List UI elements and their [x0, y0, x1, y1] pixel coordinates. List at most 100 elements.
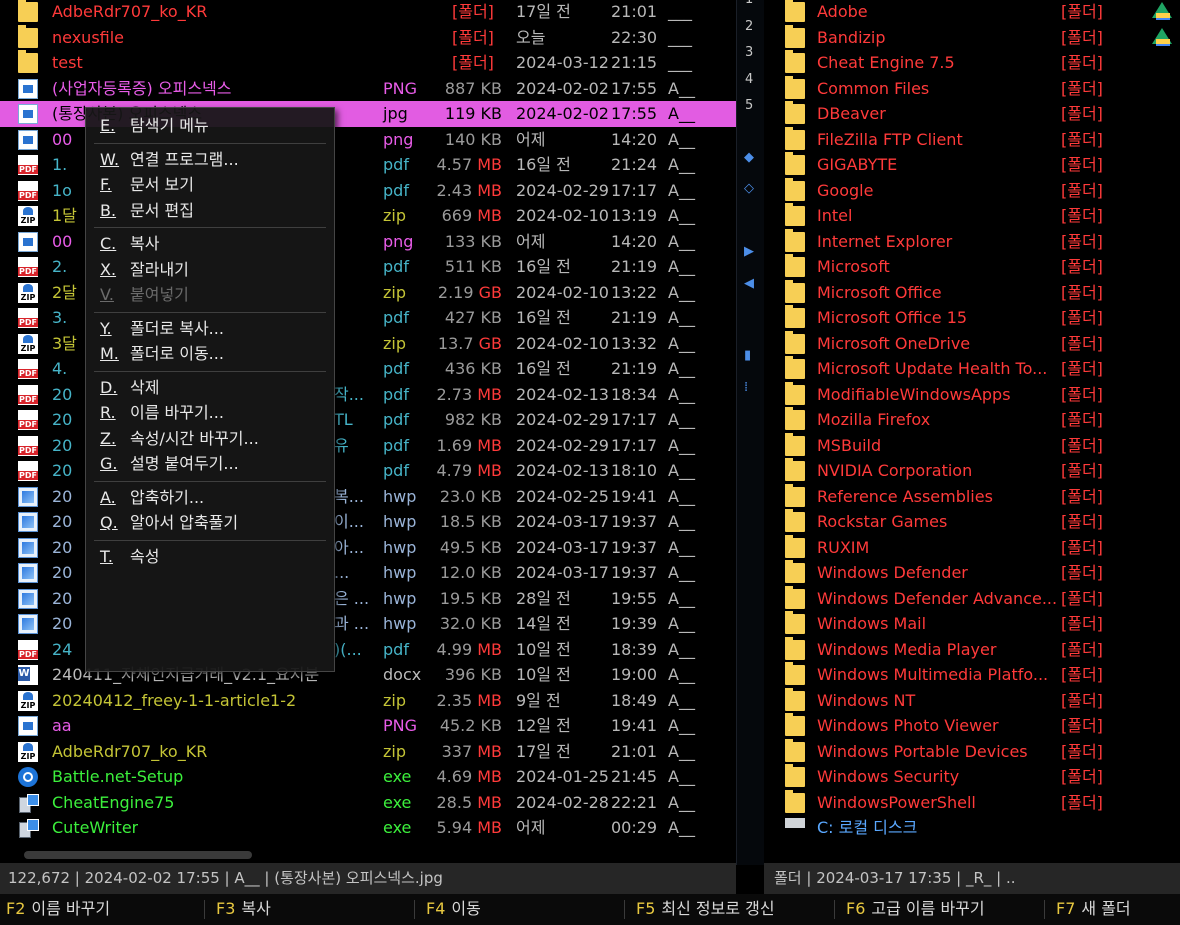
file-attributes: ___ [668, 2, 692, 21]
folder-row[interactable]: Windows Defender Advance... [폴더] [764, 585, 1180, 612]
menu-item[interactable]: Z. 속성/시간 바꾸기... [100, 427, 259, 451]
file-ext: pdf [383, 257, 409, 276]
folder-name: Internet Explorer [817, 231, 953, 251]
file-row[interactable]: CheatEngine75 exe 28.5 MB 2024-02-28 22:21 A_… [0, 790, 736, 816]
tab-number[interactable]: 3 [745, 45, 753, 60]
folder-row[interactable]: Windows Portable Devices [폴더] [764, 738, 1180, 765]
bookmark-outline-icon[interactable]: ◇ [744, 181, 754, 196]
folder-row[interactable]: Reference Assemblies [폴더] [764, 483, 1180, 510]
menu-item[interactable]: C. 복사 [100, 232, 159, 256]
nav-right-icon[interactable]: ▶ [744, 244, 754, 259]
folder-row[interactable]: GIGABYTE [폴더] [764, 152, 1180, 178]
function-key-f2[interactable]: F2 이름 바꾸기 [6, 894, 110, 925]
tab-number[interactable]: 2 [745, 19, 753, 34]
folder-row[interactable]: Adobe [폴더] [764, 0, 1180, 25]
file-row[interactable]: nexusfile [폴더] 오늘 22:30 ___ [0, 24, 736, 51]
folder-row[interactable]: ModifiableWindowsApps [폴더] [764, 381, 1180, 408]
file-size-unit: KB [480, 563, 502, 582]
file-row[interactable]: aa PNG 45.2 KB 12일 전 19:41 A__ [0, 713, 736, 739]
folder-row[interactable]: Windows Security [폴더] [764, 764, 1180, 790]
menu-item-accelerator: W. [100, 149, 120, 169]
function-key-f3[interactable]: F3 복사 [216, 894, 271, 925]
folder-row[interactable]: Google [폴더] [764, 177, 1180, 204]
menu-item[interactable]: X. 잘라내기 [100, 258, 189, 282]
file-size-unit: MB [477, 384, 502, 404]
folder-row[interactable]: Microsoft Office 15 [폴더] [764, 305, 1180, 331]
file-row[interactable]: (사업자등록증) 오피스넥스 PNG 887 KB 2024-02-02 17:55 A_… [0, 76, 736, 102]
menu-item[interactable]: T. 속성 [100, 545, 159, 569]
tab-number[interactable]: 5 [745, 98, 753, 113]
file-size: 2.43 MB [430, 178, 503, 203]
folder-row[interactable]: FileZilla FTP Client [폴더] [764, 126, 1180, 153]
menu-item[interactable]: B. 문서 편집 [100, 199, 194, 223]
folder-row[interactable]: WindowsPowerShell [폴더] [764, 789, 1180, 816]
function-key-f7[interactable]: F7 새 폴더 [1056, 894, 1131, 925]
nav-left-icon[interactable]: ◀ [744, 276, 754, 291]
file-ext: PNG [383, 716, 418, 735]
folder-row[interactable]: Microsoft [폴더] [764, 254, 1180, 280]
folder-row[interactable]: Windows NT [폴더] [764, 687, 1180, 714]
folder-row[interactable]: Intel [폴더] [764, 203, 1180, 229]
menu-item[interactable]: E. 탐색기 메뉴 [100, 114, 209, 138]
file-name: 00 [52, 231, 73, 251]
folder-name: Cheat Engine 7.5 [817, 53, 955, 72]
folder-row[interactable]: Internet Explorer [폴더] [764, 228, 1180, 255]
horizontal-scrollbar[interactable] [0, 847, 736, 861]
function-key-f4[interactable]: F4 이동 [426, 894, 481, 925]
function-key-separator [624, 900, 625, 919]
folder-row[interactable]: Windows Photo Viewer [폴더] [764, 713, 1180, 739]
folder-row[interactable]: NVIDIA Corporation [폴더] [764, 458, 1180, 484]
menu-item[interactable]: Y. 폴더로 복사... [100, 317, 224, 341]
menu-item[interactable]: W. 연결 프로그램... [100, 148, 239, 172]
drive-row[interactable]: C: 로컬 디스크 [764, 815, 1180, 841]
right-file-pane[interactable]: Adobe [폴더] Bandizip [폴더] Cheat Engine 7.5 [폴더… [764, 0, 1180, 863]
folder-row[interactable]: Windows Multimedia Platfo... [폴더] [764, 662, 1180, 688]
folder-row[interactable]: Common Files [폴더] [764, 75, 1180, 102]
function-key-f5[interactable]: F5 최신 정보로 갱신 [636, 894, 775, 925]
folder-row[interactable]: Microsoft Update Health To... [폴더] [764, 356, 1180, 382]
menu-item[interactable]: M. 폴더로 이동... [100, 342, 224, 366]
file-ext: pdf [383, 410, 409, 429]
folder-row[interactable]: Bandizip [폴더] [764, 24, 1180, 51]
folder-tag: [폴더] [1061, 231, 1103, 251]
file-row[interactable]: Battle.net-Setup exe 4.69 MB 2024-01-25 21:4… [0, 764, 736, 790]
folder-row[interactable]: RUXIM [폴더] [764, 534, 1180, 561]
bookmark-icon[interactable]: ◆ [744, 150, 754, 165]
file-date: 2024-02-29 [516, 435, 609, 455]
folder-row[interactable]: MSBuild [폴더] [764, 432, 1180, 459]
file-row[interactable]: CuteWriter exe 5.94 MB 어제 00:29 A__ [0, 815, 736, 841]
signal-bars-icon[interactable]: ▮ [744, 348, 751, 363]
file-row[interactable]: AdbeRdr707_ko_KR zip 337 MB 17일 전 21:01 A__ [0, 739, 736, 765]
folder-row[interactable]: DBeaver [폴더] [764, 101, 1180, 127]
menu-item[interactable]: D. 삭제 [100, 376, 159, 400]
folder-tag: [폴더] [1061, 384, 1103, 404]
menu-item-label: 복사 [130, 234, 160, 253]
file-row[interactable]: 20240412_freey-1-1-article1-2 zip 2.35 MB 9… [0, 688, 736, 714]
folder-row[interactable]: Rockstar Games [폴더] [764, 509, 1180, 535]
folder-row[interactable]: Cheat Engine 7.5 [폴더] [764, 50, 1180, 76]
folder-row[interactable]: Microsoft OneDrive [폴더] [764, 330, 1180, 357]
folder-row[interactable]: Mozilla Firefox [폴더] [764, 407, 1180, 433]
file-time: 18:49 [611, 690, 658, 710]
folder-row[interactable]: Windows Media Player [폴더] [764, 636, 1180, 663]
menu-item[interactable]: Q. 알아서 압축풀기 [100, 511, 238, 535]
menu-item[interactable]: F. 문서 보기 [100, 173, 194, 197]
menu-item[interactable]: R. 이름 바꾸기... [100, 401, 224, 425]
function-key-f6[interactable]: F6 고급 이름 바꾸기 [846, 894, 985, 925]
file-row[interactable]: test [폴더] 2024-03-12 21:15 ___ [0, 50, 736, 76]
menu-item[interactable]: A. 압축하기... [100, 486, 204, 510]
file-row[interactable]: AdbeRdr707_ko_KR [폴더] 17일 전 21:01 ___ [0, 0, 736, 25]
menu-item[interactable]: G. 설명 붙여두기... [100, 452, 239, 476]
zip-file-icon [18, 333, 38, 354]
function-key-label: 최신 정보로 갱신 [661, 899, 775, 918]
tab-number[interactable]: 1 [745, 0, 753, 7]
file-date: 2024-02-29 [516, 180, 609, 200]
scrollbar-thumb[interactable] [24, 851, 252, 859]
file-date: 2024-02-13 [516, 461, 609, 480]
grip-icon[interactable]: ⁞ [744, 380, 748, 395]
tab-number[interactable]: 4 [745, 72, 753, 87]
folder-row[interactable]: Windows Defender [폴더] [764, 560, 1180, 586]
folder-row[interactable]: Windows Mail [폴더] [764, 611, 1180, 637]
folder-row[interactable]: Microsoft Office [폴더] [764, 279, 1180, 306]
folder-icon [785, 279, 805, 303]
